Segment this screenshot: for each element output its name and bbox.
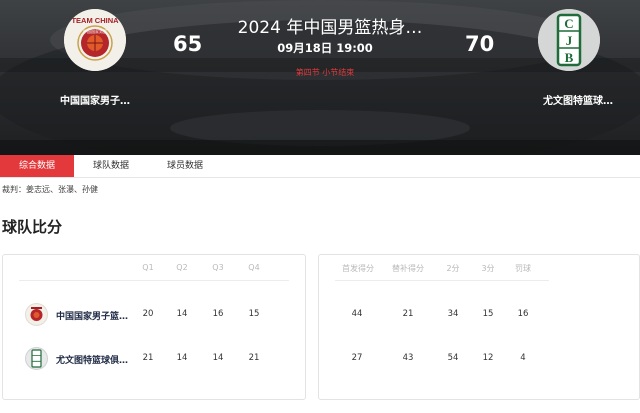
tab-overall-stats[interactable]: 综合数据	[0, 155, 74, 177]
table-cell: 20	[142, 309, 154, 319]
tab-team-stats[interactable]: 球队数据	[74, 155, 148, 177]
column-header-bench-points: 替补得分	[392, 264, 424, 273]
table-cell: 16	[517, 309, 529, 319]
column-header-q2: Q2	[176, 263, 188, 272]
table-cell: 27	[351, 353, 363, 363]
stats-tabs: 综合数据 球队数据 球员数据	[0, 155, 640, 178]
quarter-score-table: Q1 Q2 Q3 Q4 中国国家男子篮… 20 14 16 15 尤文图特篮球俱…	[2, 254, 306, 400]
table-cell: 54	[447, 353, 459, 363]
column-header-three-pointers: 3分	[481, 264, 495, 273]
home-team-name[interactable]: 中国国家男子…	[40, 92, 150, 107]
table-cell: 43	[402, 353, 414, 363]
svg-text:中国国家男篮: 中国国家男篮	[83, 28, 107, 34]
home-team-logo: TEAM CHINA 中国国家男篮	[64, 9, 126, 71]
away-team-name[interactable]: 尤文图特篮球…	[522, 92, 634, 107]
svg-text:B: B	[565, 50, 574, 65]
home-score: 65	[173, 32, 203, 56]
table-cell: 21	[402, 309, 414, 319]
column-header-q4: Q4	[248, 263, 260, 272]
table-cell: 14	[212, 353, 224, 363]
table-cell: 15	[248, 309, 260, 319]
tab-player-stats[interactable]: 球员数据	[148, 155, 222, 177]
section-title: 球队比分	[2, 218, 63, 236]
match-time: 09月18日 19:00	[277, 41, 373, 55]
away-score: 70	[465, 32, 495, 56]
cjb-emblem-icon: C J B	[538, 9, 600, 71]
column-header-free-throws: 罚球	[515, 264, 531, 273]
match-status: 第四节 小节结束	[295, 68, 355, 77]
team-china-emblem-icon	[30, 307, 43, 321]
home-team-row-logo	[25, 303, 48, 326]
table-row-team-name[interactable]: 尤文图特篮球俱…	[56, 353, 134, 366]
team-china-emblem-icon: TEAM CHINA 中国国家男篮	[64, 9, 126, 71]
match-title: 2024 年中国男篮热身…	[237, 18, 423, 38]
svg-text:J: J	[566, 33, 573, 48]
header-divider	[19, 280, 289, 281]
svg-text:TEAM CHINA: TEAM CHINA	[71, 16, 119, 25]
table-cell: 16	[212, 309, 224, 319]
table-cell: 21	[142, 353, 154, 363]
cjb-emblem-icon	[31, 349, 42, 368]
column-header-two-pointers: 2分	[446, 264, 460, 273]
column-header-starter-points: 首发得分	[342, 264, 374, 273]
table-row-team-name[interactable]: 中国国家男子篮…	[56, 309, 134, 322]
table-cell: 44	[351, 309, 363, 319]
score-breakdown-table: 首发得分 替补得分 2分 3分 罚球 44 21 34 15 16 27 43 …	[318, 254, 640, 400]
match-header: TEAM CHINA 中国国家男篮 中国国家男子… 65 2024 年中国男篮热…	[0, 0, 640, 155]
svg-text:C: C	[564, 16, 573, 31]
away-team-row-logo	[25, 347, 48, 370]
column-header-q3: Q3	[212, 263, 224, 272]
table-cell: 14	[176, 309, 188, 319]
table-cell: 34	[447, 309, 459, 319]
table-cell: 21	[248, 353, 260, 363]
referee-info: 裁判：姜志远、张瀑、孙健	[2, 185, 98, 194]
away-team-logo: C J B	[538, 9, 600, 71]
table-cell: 12	[482, 353, 494, 363]
header-divider	[335, 280, 549, 281]
table-cell: 4	[520, 353, 526, 363]
table-cell: 14	[176, 353, 188, 363]
column-header-q1: Q1	[142, 263, 154, 272]
table-cell: 15	[482, 309, 494, 319]
